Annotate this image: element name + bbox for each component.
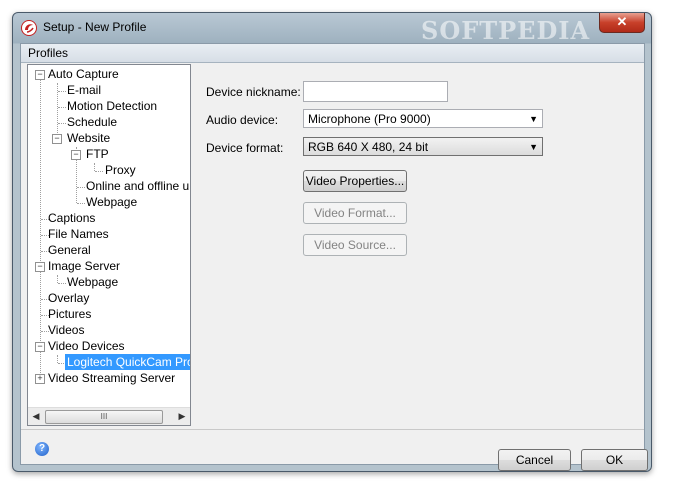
- video-source-button[interactable]: Video Source...: [303, 234, 407, 256]
- footer-divider: [21, 429, 644, 430]
- audio-device-select[interactable]: Microphone (Pro 9000) ▼: [303, 109, 543, 128]
- audio-device-label: Audio device:: [206, 113, 279, 127]
- scroll-grip-icon: III: [100, 412, 108, 421]
- device-format-value: RGB 640 X 480, 24 bit: [308, 140, 429, 154]
- tree-line: [40, 77, 41, 377]
- cancel-button[interactable]: Cancel: [498, 449, 571, 471]
- profile-tree[interactable]: − − − − − + Auto Capture E-mail Motion D…: [27, 64, 191, 426]
- help-glyph: ?: [38, 443, 46, 454]
- dropdown-arrow-icon: ▼: [529, 142, 538, 152]
- scroll-thumb[interactable]: III: [45, 410, 163, 424]
- tree-item-file-names[interactable]: File Names: [48, 226, 109, 242]
- help-icon[interactable]: ?: [35, 442, 49, 456]
- collapse-icon[interactable]: −: [35, 70, 45, 80]
- tree-item-image-server-webpage[interactable]: Webpage: [67, 274, 118, 290]
- dropdown-arrow-icon: ▼: [529, 114, 538, 124]
- expand-icon[interactable]: +: [35, 374, 45, 384]
- profiles-header-label: Profiles: [28, 46, 69, 60]
- tree-item-schedule[interactable]: Schedule: [67, 114, 117, 130]
- tree-line: [58, 123, 66, 124]
- scroll-right-icon[interactable]: ▶: [174, 408, 190, 425]
- audio-device-value: Microphone (Pro 9000): [308, 112, 431, 126]
- device-settings-panel: Device nickname: Audio device: Microphon…: [193, 64, 643, 424]
- tree-item-online-offline-upload[interactable]: Online and offline uplo: [86, 178, 190, 194]
- app-logo-icon: [21, 20, 37, 36]
- scroll-left-icon[interactable]: ◀: [28, 408, 44, 425]
- video-format-button[interactable]: Video Format...: [303, 202, 407, 224]
- tree-line: [94, 163, 95, 171]
- tree-item-videos[interactable]: Videos: [48, 322, 84, 338]
- device-nickname-input[interactable]: [303, 81, 448, 102]
- tree-item-image-server[interactable]: Image Server: [48, 258, 120, 274]
- tree-item-general[interactable]: General: [48, 242, 91, 258]
- tree-line: [57, 355, 58, 363]
- tree-item-motion-detection[interactable]: Motion Detection: [67, 98, 157, 114]
- device-format-label: Device format:: [206, 141, 284, 155]
- title-bar[interactable]: Setup - New Profile SOFTPEDIA ✕: [13, 13, 651, 45]
- tree-line: [58, 107, 66, 108]
- tree-line: [95, 171, 103, 172]
- close-button[interactable]: ✕: [599, 13, 645, 33]
- device-format-select[interactable]: RGB 640 X 480, 24 bit ▼: [303, 137, 543, 156]
- close-icon: ✕: [616, 14, 628, 29]
- tree-item-video-devices[interactable]: Video Devices: [48, 338, 125, 354]
- tree-line: [77, 203, 85, 204]
- tree-item-captions[interactable]: Captions: [48, 210, 95, 226]
- setup-window: Setup - New Profile SOFTPEDIA ✕ Profiles: [12, 12, 652, 472]
- window-title: Setup - New Profile: [43, 20, 147, 34]
- collapse-icon[interactable]: −: [71, 150, 81, 160]
- tree-line: [57, 275, 58, 283]
- tree-item-overlay[interactable]: Overlay: [48, 290, 89, 306]
- collapse-icon[interactable]: −: [35, 262, 45, 272]
- ok-button[interactable]: OK: [581, 449, 648, 471]
- dialog-client-area: Profiles − − − − − + Auto Capture E-mail…: [20, 43, 648, 471]
- video-properties-button[interactable]: Video Properties...: [303, 170, 407, 192]
- tree-horizontal-scrollbar[interactable]: ◀ III ▶: [28, 407, 190, 425]
- softpedia-watermark: SOFTPEDIA: [421, 16, 591, 45]
- collapse-icon[interactable]: −: [35, 342, 45, 352]
- device-nickname-label: Device nickname:: [206, 85, 301, 99]
- collapse-icon[interactable]: −: [52, 134, 62, 144]
- tree-item-website[interactable]: Website: [67, 130, 110, 146]
- tree-line: [77, 187, 85, 188]
- tree-line: [58, 283, 66, 284]
- tree-item-proxy[interactable]: Proxy: [105, 162, 136, 178]
- profiles-header: Profiles: [21, 44, 644, 63]
- tree-item-auto-capture[interactable]: Auto Capture: [48, 66, 119, 82]
- tree-item-ftp[interactable]: FTP: [86, 146, 109, 162]
- tree-line: [58, 91, 66, 92]
- tree-content: − − − − − + Auto Capture E-mail Motion D…: [28, 65, 190, 407]
- tree-item-pictures[interactable]: Pictures: [48, 306, 91, 322]
- tree-item-website-webpage[interactable]: Webpage: [86, 194, 137, 210]
- tree-item-email[interactable]: E-mail: [67, 82, 101, 98]
- tree-item-logitech-quickcam[interactable]: Logitech QuickCam Pro 9: [65, 354, 190, 370]
- tree-item-video-streaming-server[interactable]: Video Streaming Server: [48, 370, 175, 386]
